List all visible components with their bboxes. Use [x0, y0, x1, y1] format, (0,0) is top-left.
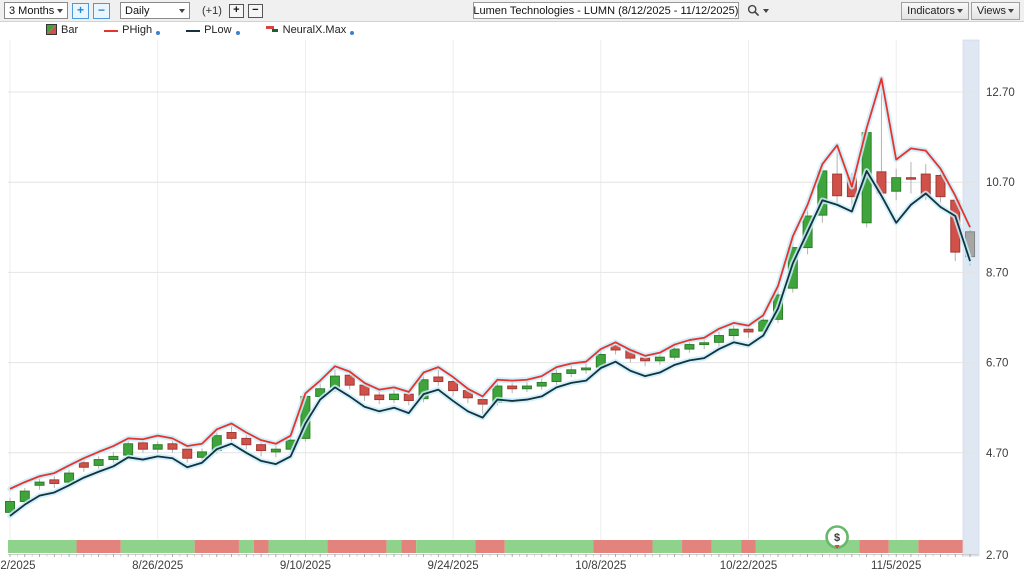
indicator-settings-dot[interactable] [156, 31, 160, 35]
svg-text:4.70: 4.70 [986, 448, 1008, 460]
neuralx-icon [266, 25, 279, 34]
chart-legend: Bar PHigh PLow NeuralX.Max [0, 22, 1024, 38]
svg-text:12.70: 12.70 [986, 87, 1015, 99]
chevron-down-icon [57, 9, 63, 13]
y-axis-labels: 2.70 4.70 6.70 8.70 10.70 12.70 [986, 87, 1015, 562]
bar-minus-button[interactable]: − [248, 4, 263, 18]
bar-plus-button[interactable]: + [229, 4, 244, 18]
line-phigh [10, 78, 970, 488]
chart-area[interactable]: 2.70 4.70 6.70 8.70 10.70 12.70 8/12/2025 8/26/… [0, 38, 1024, 578]
svg-text:2.70: 2.70 [986, 550, 1008, 562]
price-chart-svg[interactable]: 2.70 4.70 6.70 8.70 10.70 12.70 8/12/2025 8/26/… [0, 38, 1024, 578]
chevron-down-icon [1008, 9, 1014, 13]
range-select[interactable]: 3 Months [4, 2, 68, 19]
indicator-lines [10, 78, 970, 515]
svg-text:8/26/2025: 8/26/2025 [132, 560, 183, 572]
candlestick-series [6, 81, 975, 517]
chevron-down-icon [957, 9, 963, 13]
svg-text:10.70: 10.70 [986, 177, 1015, 189]
zoom-out-button[interactable]: − [93, 3, 110, 19]
top-toolbar: 3 Months + − Daily (+1) + − Lumen Techno… [0, 0, 1024, 22]
legend-item-phigh[interactable]: PHigh [104, 25, 160, 36]
period-select-value: Daily [125, 5, 149, 17]
svg-text:9/24/2025: 9/24/2025 [428, 560, 479, 572]
period-select[interactable]: Daily [120, 2, 190, 19]
svg-text:6.70: 6.70 [986, 358, 1008, 370]
symbol-search[interactable] [747, 4, 769, 17]
svg-text:8.70: 8.70 [986, 267, 1008, 279]
indicator-settings-dot[interactable] [236, 31, 240, 35]
dollar-signal-badge[interactable]: $ [827, 527, 848, 550]
gridlines [8, 40, 978, 553]
svg-text:$: $ [834, 532, 840, 544]
bar-offset-label: (+1) [202, 5, 222, 17]
svg-text:11/5/2025: 11/5/2025 [871, 560, 921, 572]
range-select-value: 3 Months [9, 5, 54, 17]
views-button[interactable]: Views [971, 2, 1020, 20]
legend-item-plow[interactable]: PLow [186, 25, 240, 36]
neuralx-signal-strip [8, 540, 963, 553]
svg-text:8/12/2025: 8/12/2025 [0, 560, 36, 572]
x-axis: 8/12/2025 8/26/2025 9/10/2025 9/24/2025 10/8… [0, 554, 978, 572]
indicators-button[interactable]: Indicators [901, 2, 969, 20]
symbol-title-box[interactable]: Lumen Technologies - LUMN (8/12/2025 - 1… [473, 2, 739, 19]
chevron-down-icon [179, 9, 185, 13]
indicator-settings-dot[interactable] [350, 31, 354, 35]
search-icon [747, 4, 760, 17]
legend-item-neuralx[interactable]: NeuralX.Max [266, 25, 355, 36]
legend-item-bar[interactable]: Bar [46, 24, 78, 36]
svg-text:10/8/2025: 10/8/2025 [575, 560, 626, 572]
current-bar-highlight [963, 40, 979, 556]
plow-line-icon [186, 30, 200, 32]
zoom-in-button[interactable]: + [72, 3, 89, 19]
line-plow [10, 171, 970, 516]
bar-style-icon [46, 24, 57, 35]
phigh-line-icon [104, 30, 118, 32]
chevron-down-icon [763, 9, 769, 13]
svg-text:10/22/2025: 10/22/2025 [720, 560, 778, 572]
svg-text:9/10/2025: 9/10/2025 [280, 560, 331, 572]
